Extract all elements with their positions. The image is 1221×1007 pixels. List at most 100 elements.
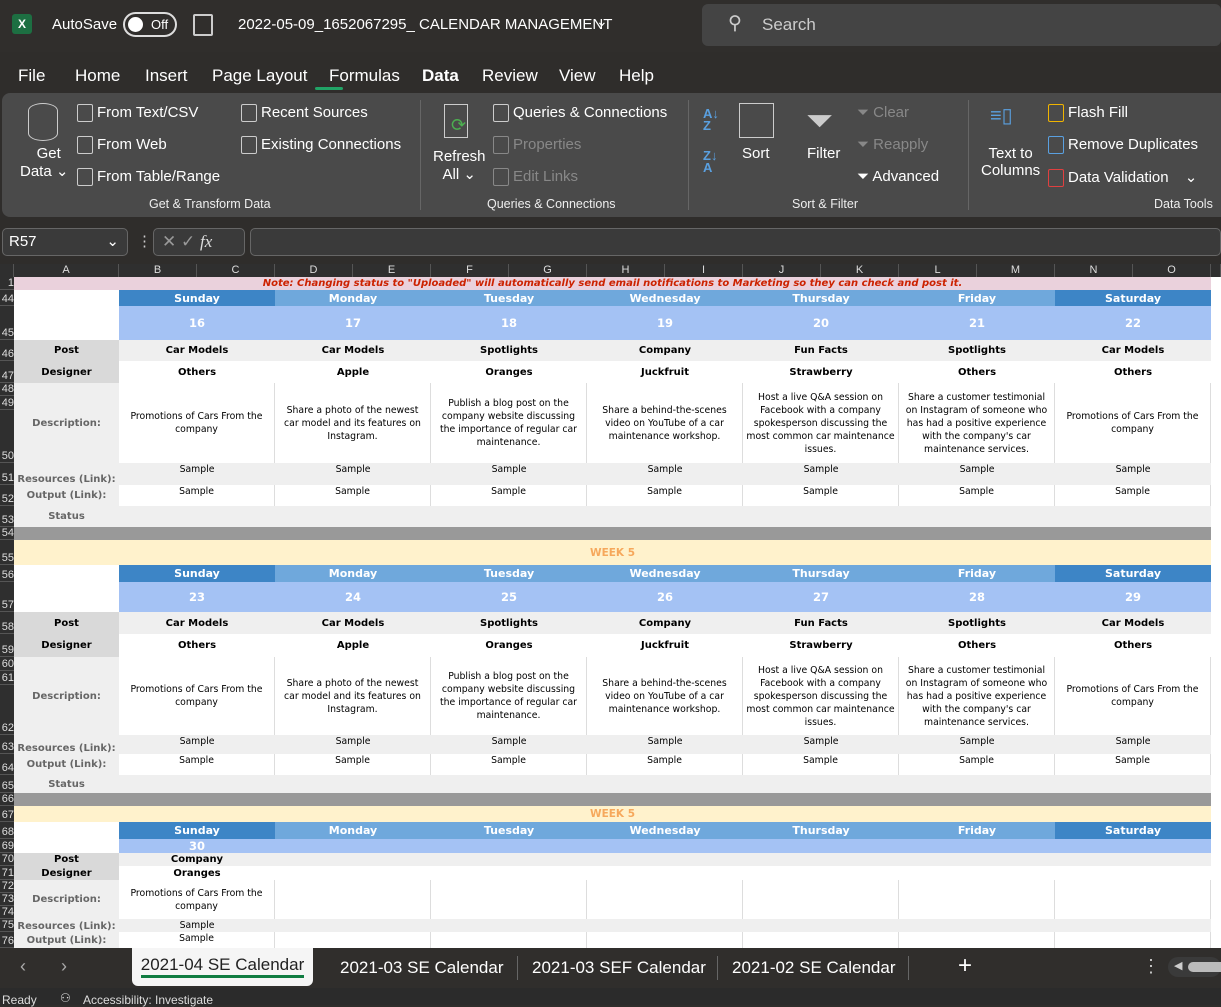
output-link-cell[interactable] (1055, 932, 1211, 948)
tab-formulas[interactable]: Formulas (329, 66, 400, 86)
row-header[interactable]: 48 (0, 383, 14, 396)
output-link-cell[interactable] (743, 932, 899, 948)
column-header-e[interactable]: E (353, 264, 431, 277)
status-cell[interactable] (119, 506, 275, 527)
sort-a-to-z-button[interactable]: A↓ Z (703, 107, 719, 132)
post-cell[interactable] (431, 853, 587, 866)
row-header[interactable]: 54 (0, 527, 14, 540)
tab-help[interactable]: Help (619, 66, 654, 86)
post-cell[interactable]: Spotlights (899, 612, 1055, 634)
post-cell[interactable]: Car Models (275, 612, 431, 634)
row-header[interactable]: 44 (0, 290, 14, 306)
column-header-i[interactable]: I (665, 264, 743, 277)
designer-cell[interactable]: Apple (275, 361, 431, 383)
status-cell[interactable] (431, 506, 587, 527)
date-cell[interactable] (1055, 839, 1211, 853)
tab-data[interactable]: Data (422, 66, 459, 86)
description-cell[interactable]: Promotions of Cars From the company (1055, 657, 1211, 735)
resources-link-cell[interactable]: Sample (119, 735, 275, 754)
status-cell[interactable] (275, 506, 431, 527)
description-cell[interactable]: Host a live Q&A session on Facebook with… (743, 657, 899, 735)
sort-z-to-a-button[interactable]: Z↓ A (703, 149, 717, 174)
description-cell[interactable] (431, 880, 587, 919)
description-cell[interactable]: Publish a blog post on the company websi… (431, 657, 587, 735)
output-link-cell[interactable]: Sample (899, 485, 1055, 506)
date-cell[interactable]: 30 (119, 839, 275, 853)
output-link-cell[interactable]: Sample (1055, 754, 1211, 775)
sort-button[interactable]: Sort (742, 145, 770, 162)
resources-link-cell[interactable]: Sample (119, 919, 275, 932)
post-cell[interactable]: Company (119, 853, 275, 866)
row-header[interactable]: 55 (0, 540, 14, 565)
post-cell[interactable]: Spotlights (431, 340, 587, 361)
designer-cell[interactable]: Others (1055, 361, 1211, 383)
row-header[interactable]: 76 (0, 932, 14, 948)
output-link-cell[interactable]: Sample (1055, 485, 1211, 506)
status-cell[interactable] (587, 775, 743, 793)
column-header-d[interactable]: D (275, 264, 353, 277)
post-cell[interactable] (275, 853, 431, 866)
scroll-tabs-right-icon[interactable]: › (61, 956, 67, 977)
edit-links-button[interactable]: Edit Links (493, 168, 578, 187)
description-cell[interactable]: Promotions of Cars From the company (119, 383, 275, 463)
from-table-range-button[interactable]: From Table/Range (77, 168, 220, 187)
status-cell[interactable] (119, 775, 275, 793)
resources-link-cell[interactable] (1055, 919, 1211, 932)
row-header[interactable]: 63 (0, 735, 14, 754)
designer-cell[interactable] (1055, 866, 1211, 880)
designer-cell[interactable]: Strawberry (743, 634, 899, 657)
row-header[interactable]: 67 (0, 806, 14, 822)
resources-link-cell[interactable]: Sample (1055, 735, 1211, 754)
resources-link-cell[interactable] (743, 919, 899, 932)
date-cell[interactable]: 23 (119, 582, 275, 612)
description-cell[interactable]: Promotions of Cars From the company (1055, 383, 1211, 463)
description-cell[interactable]: Share a customer testimonial on Instagra… (899, 657, 1055, 735)
column-header-o[interactable]: O (1133, 264, 1211, 277)
column-header-h[interactable]: H (587, 264, 665, 277)
row-header[interactable]: 72 (0, 880, 14, 893)
date-cell[interactable]: 25 (431, 582, 587, 612)
more-sheets-icon[interactable]: ⋮ (1142, 956, 1160, 977)
designer-cell[interactable]: Oranges (431, 634, 587, 657)
resources-link-cell[interactable] (899, 919, 1055, 932)
date-cell[interactable] (899, 839, 1055, 853)
chevron-down-icon[interactable]: ⌄ (596, 13, 608, 30)
column-header-b[interactable]: B (119, 264, 197, 277)
row-header[interactable]: 46 (0, 340, 14, 361)
row-header[interactable]: 53 (0, 506, 14, 527)
resources-link-cell[interactable]: Sample (587, 735, 743, 754)
designer-cell[interactable]: Others (1055, 634, 1211, 657)
designer-cell[interactable] (743, 866, 899, 880)
row-header[interactable]: 75 (0, 919, 14, 932)
tab-page-layout[interactable]: Page Layout (212, 66, 307, 86)
column-header-c[interactable]: C (197, 264, 275, 277)
description-cell[interactable]: Promotions of Cars From the company (119, 880, 275, 919)
date-cell[interactable] (587, 839, 743, 853)
description-cell[interactable]: Promotions of Cars From the company (119, 657, 275, 735)
designer-cell[interactable]: Others (899, 634, 1055, 657)
empty-cell[interactable] (14, 565, 119, 612)
cancel-icon[interactable]: ✕ (162, 232, 176, 251)
date-cell[interactable]: 29 (1055, 582, 1211, 612)
status-cell[interactable] (899, 775, 1055, 793)
row-header[interactable]: 47 (0, 361, 14, 383)
description-cell[interactable] (275, 880, 431, 919)
column-header[interactable] (1211, 264, 1221, 277)
description-cell[interactable]: Share a photo of the newest car model an… (275, 383, 431, 463)
tab-review[interactable]: Review (482, 66, 538, 86)
resources-link-cell[interactable]: Sample (743, 463, 899, 485)
search-box[interactable]: ⚲ Search (702, 4, 1221, 46)
spreadsheet-grid[interactable]: A B C D E F G H I J K L M N O 1 44 45 46 47 48 49 50 51 52 53 54 55… (0, 264, 1221, 948)
designer-cell[interactable] (431, 866, 587, 880)
date-cell[interactable]: 22 (1055, 306, 1211, 340)
post-cell[interactable] (587, 853, 743, 866)
post-cell[interactable]: Spotlights (899, 340, 1055, 361)
resources-link-cell[interactable] (275, 919, 431, 932)
description-cell[interactable] (587, 880, 743, 919)
add-sheet-button[interactable]: + (958, 952, 972, 980)
date-cell[interactable]: 18 (431, 306, 587, 340)
column-header-a[interactable]: A (14, 264, 119, 277)
advanced-button[interactable]: ⏷ Advanced (857, 168, 939, 185)
tab-file[interactable]: File (18, 66, 45, 86)
properties-button[interactable]: Properties (493, 136, 581, 155)
